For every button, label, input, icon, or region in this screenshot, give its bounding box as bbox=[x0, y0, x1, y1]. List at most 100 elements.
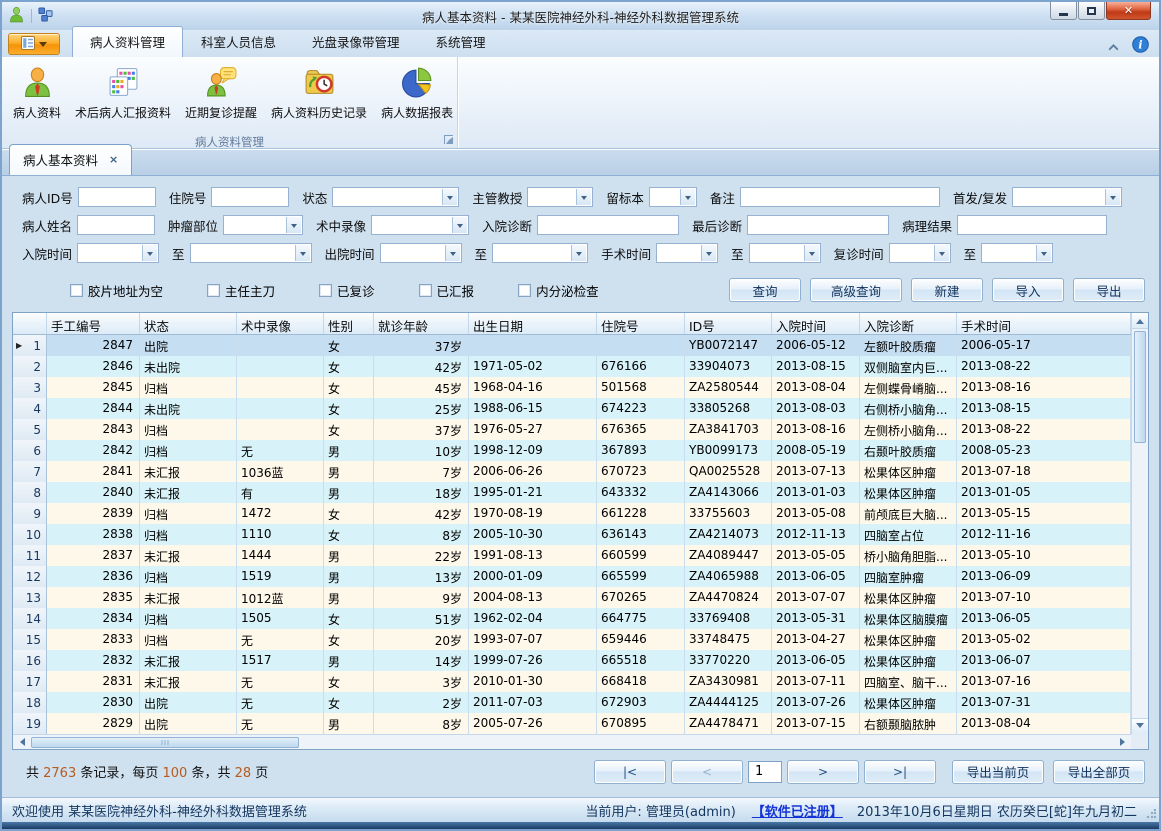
grid-cell[interactable]: 2833 bbox=[47, 629, 140, 650]
grid-cell[interactable]: 1970-08-19 bbox=[469, 503, 597, 524]
grid-cell[interactable]: 无 bbox=[237, 671, 324, 692]
grid-cell[interactable]: 25岁 bbox=[374, 398, 469, 419]
grid-cell[interactable]: 右颞叶胶质瘤 bbox=[860, 440, 957, 461]
table-row-12[interactable]: 122836归档1519男13岁2000-01-09665599ZA406598… bbox=[13, 566, 1131, 587]
grid-cell[interactable]: 1968-04-16 bbox=[469, 377, 597, 398]
row-selector[interactable]: 16 bbox=[13, 650, 47, 671]
grid-cell[interactable]: 女 bbox=[324, 671, 374, 692]
grid-cell[interactable]: 2013-05-08 bbox=[772, 503, 860, 524]
grid-cell[interactable]: 女 bbox=[324, 524, 374, 545]
filter-select-1-2[interactable] bbox=[371, 215, 469, 235]
grid-cell[interactable]: 37岁 bbox=[374, 335, 469, 356]
grid-column-header-6[interactable]: 出生日期 bbox=[469, 313, 597, 334]
grid-cell[interactable]: 668418 bbox=[597, 671, 685, 692]
grid-cell[interactable]: 20岁 bbox=[374, 629, 469, 650]
table-row-6[interactable]: 62842归档无男10岁1998-12-09367893YB0099173200… bbox=[13, 440, 1131, 461]
close-button[interactable]: ✕ bbox=[1106, 2, 1151, 20]
grid-cell[interactable]: 2847 bbox=[47, 335, 140, 356]
grid-cell[interactable]: 2013-01-05 bbox=[957, 482, 1131, 503]
filter-select-0-2[interactable] bbox=[332, 187, 459, 207]
pager-prev-button[interactable]: < bbox=[671, 760, 743, 784]
grid-cell[interactable]: 2005-10-30 bbox=[469, 524, 597, 545]
grid-cell[interactable]: 归档 bbox=[140, 440, 237, 461]
grid-cell[interactable]: 2834 bbox=[47, 608, 140, 629]
filter-input-0-0[interactable] bbox=[78, 187, 156, 207]
grid-cell[interactable]: 归档 bbox=[140, 503, 237, 524]
ribbon-collapse-icon[interactable] bbox=[1107, 37, 1120, 56]
action-button-1[interactable]: 高级查询 bbox=[810, 278, 902, 302]
grid-cell[interactable]: 670895 bbox=[597, 713, 685, 734]
grid-column-header-5[interactable]: 就诊年龄 bbox=[374, 313, 469, 334]
grid-cell[interactable]: 男 bbox=[324, 461, 374, 482]
grid-cell[interactable]: 松果体区肿瘤 bbox=[860, 692, 957, 713]
table-row-2[interactable]: 22846未出院女42岁1971-05-02676166339040732013… bbox=[13, 356, 1131, 377]
grid-cell[interactable]: 665599 bbox=[597, 566, 685, 587]
table-row-17[interactable]: 172831未汇报无女3岁2010-01-30668418ZA343098120… bbox=[13, 671, 1131, 692]
grid-cell[interactable]: 33755603 bbox=[685, 503, 772, 524]
grid-cell[interactable]: 33769408 bbox=[685, 608, 772, 629]
horizontal-scroll-thumb[interactable] bbox=[31, 737, 299, 748]
grid-cell[interactable]: 右侧桥小脑角... bbox=[860, 398, 957, 419]
scroll-right-icon[interactable] bbox=[1115, 735, 1131, 749]
grid-cell[interactable]: 1110 bbox=[237, 524, 324, 545]
grid-cell[interactable]: 归档 bbox=[140, 377, 237, 398]
grid-column-header-8[interactable]: ID号 bbox=[685, 313, 772, 334]
chevron-down-icon[interactable] bbox=[295, 245, 310, 261]
table-row-11[interactable]: 112837未汇报1444男22岁1991-08-13660599ZA40894… bbox=[13, 545, 1131, 566]
grid-cell[interactable]: 未汇报 bbox=[140, 671, 237, 692]
grid-cell[interactable]: 2013-07-11 bbox=[772, 671, 860, 692]
grid-cell[interactable]: 42岁 bbox=[374, 503, 469, 524]
grid-cell[interactable]: 桥小脑角胆脂... bbox=[860, 545, 957, 566]
filter-checkbox-1[interactable]: 主任主刀 bbox=[207, 281, 275, 300]
grid-cell[interactable]: 前颅底巨大脑... bbox=[860, 503, 957, 524]
grid-cell[interactable]: ZA4444125 bbox=[685, 692, 772, 713]
filter-select-2-7[interactable] bbox=[981, 243, 1053, 263]
grid-cell[interactable]: 659446 bbox=[597, 629, 685, 650]
grid-cell[interactable]: 归档 bbox=[140, 629, 237, 650]
grid-cell[interactable]: 2013-05-05 bbox=[772, 545, 860, 566]
row-selector[interactable]: 15 bbox=[13, 629, 47, 650]
grid-cell[interactable]: 四脑室占位 bbox=[860, 524, 957, 545]
grid-cell[interactable]: 1519 bbox=[237, 566, 324, 587]
grid-cell[interactable]: 2013-08-15 bbox=[772, 356, 860, 377]
grid-cell[interactable]: YB0072147 bbox=[685, 335, 772, 356]
tab-patient-basic-info[interactable]: 病人基本资料 × bbox=[9, 144, 132, 175]
checkbox-box[interactable] bbox=[207, 284, 220, 297]
grid-cell[interactable]: 2013-06-05 bbox=[772, 650, 860, 671]
grid-cell[interactable]: 右额颞脑脓肿 bbox=[860, 713, 957, 734]
grid-cell[interactable]: 2013-08-16 bbox=[957, 377, 1131, 398]
grid-cell[interactable]: 2006-05-17 bbox=[957, 335, 1131, 356]
grid-cell[interactable]: 2013-05-10 bbox=[957, 545, 1131, 566]
grid-cell[interactable]: 2013-07-07 bbox=[772, 587, 860, 608]
row-selector[interactable]: 14 bbox=[13, 608, 47, 629]
grid-column-header-3[interactable]: 术中录像 bbox=[237, 313, 324, 334]
chevron-down-icon[interactable] bbox=[804, 245, 819, 261]
grid-cell[interactable]: 45岁 bbox=[374, 377, 469, 398]
grid-cell[interactable]: 2013-08-04 bbox=[772, 377, 860, 398]
grid-column-header-10[interactable]: 入院诊断 bbox=[860, 313, 957, 334]
grid-cell[interactable]: 2843 bbox=[47, 419, 140, 440]
grid-cell[interactable]: 1012蓝 bbox=[237, 587, 324, 608]
grid-cell[interactable]: 2013-06-07 bbox=[957, 650, 1131, 671]
grid-cell[interactable] bbox=[237, 377, 324, 398]
grid-cell[interactable]: 8岁 bbox=[374, 524, 469, 545]
checkbox-box[interactable] bbox=[518, 284, 531, 297]
grid-cell[interactable]: 2835 bbox=[47, 587, 140, 608]
filter-input-1-3[interactable] bbox=[537, 215, 679, 235]
ribbon-item-4[interactable]: 病人数据报表 bbox=[374, 60, 460, 124]
grid-cell[interactable]: 2013-07-26 bbox=[772, 692, 860, 713]
grid-cell[interactable]: 男 bbox=[324, 440, 374, 461]
chevron-down-icon[interactable] bbox=[701, 245, 716, 261]
row-selector[interactable]: 18 bbox=[13, 692, 47, 713]
grid-cell[interactable]: 2842 bbox=[47, 440, 140, 461]
grid-cell[interactable]: 1995-01-21 bbox=[469, 482, 597, 503]
grid-cell[interactable] bbox=[237, 356, 324, 377]
grid-cell[interactable]: 1444 bbox=[237, 545, 324, 566]
grid-cell[interactable]: 1999-07-26 bbox=[469, 650, 597, 671]
grid-cell[interactable]: 2013-07-18 bbox=[957, 461, 1131, 482]
filter-select-2-2[interactable] bbox=[380, 243, 462, 263]
grid-cell[interactable]: 无 bbox=[237, 713, 324, 734]
grid-cell[interactable]: 2012-11-13 bbox=[772, 524, 860, 545]
grid-cell[interactable]: 2013-08-15 bbox=[957, 398, 1131, 419]
grid-cell[interactable]: 2845 bbox=[47, 377, 140, 398]
